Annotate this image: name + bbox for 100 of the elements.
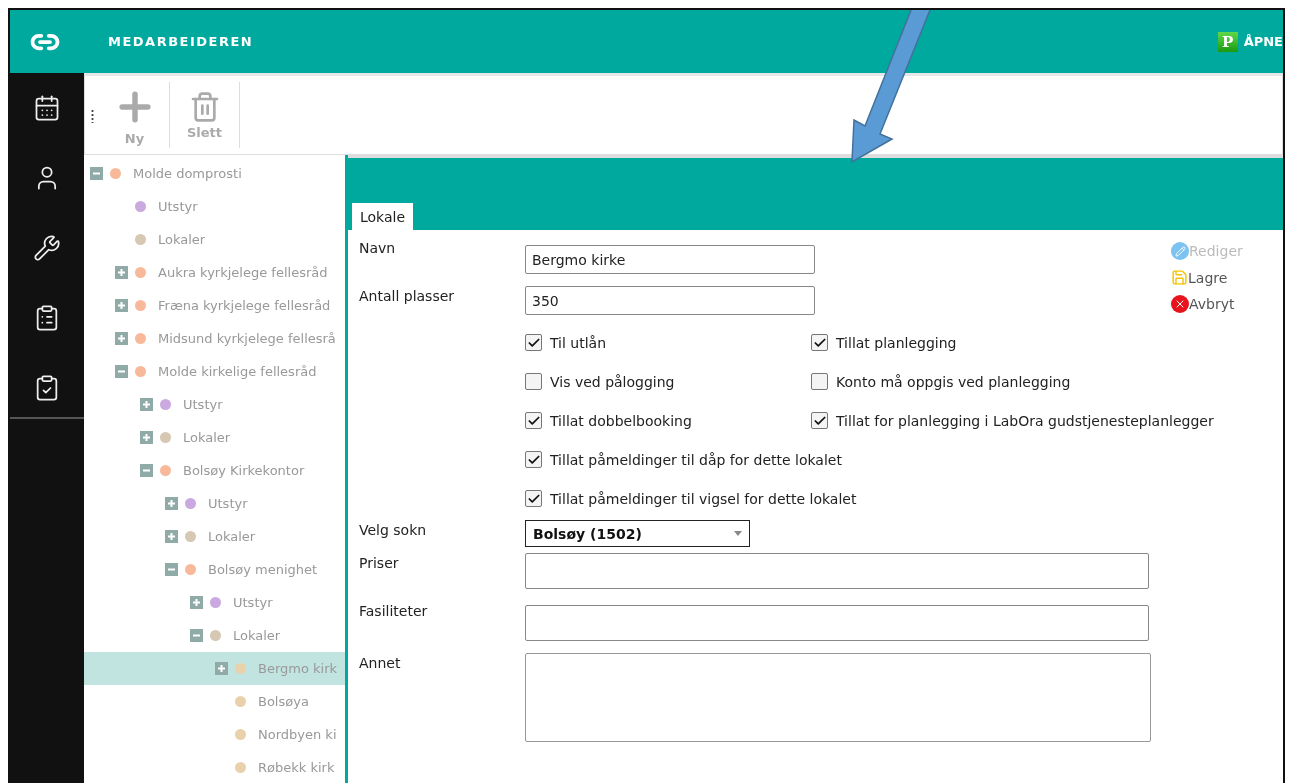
checkbox[interactable]: [525, 334, 542, 351]
tree-item[interactable]: Bolsøya: [84, 685, 345, 718]
tree-item[interactable]: Lokaler: [84, 619, 345, 652]
pencil-icon: [1171, 242, 1189, 260]
tree-label: Bolsøy Kirkekontor: [183, 463, 305, 478]
field-label: Antall plasser: [359, 288, 455, 304]
field-label: Annet: [359, 655, 401, 671]
expand-icon[interactable]: [115, 266, 128, 279]
collapse-icon[interactable]: [190, 629, 203, 642]
tree-item[interactable]: Røbekk kirk: [84, 751, 345, 783]
app-title: MEDARBEIDEREN: [108, 34, 254, 49]
checkbox-label: Til utlån: [550, 334, 607, 351]
tree-item[interactable]: Bolsøy menighet: [84, 553, 345, 586]
tree-label: Lokaler: [233, 628, 281, 643]
tree-label: Aukra kyrkjelege fellesråd: [158, 265, 328, 280]
checkbox-option[interactable]: Tillat påmeldinger til dåp for dette lokalet: [525, 448, 1283, 471]
tree-label: Bolsøy menighet: [208, 562, 318, 577]
tree-item[interactable]: Lokaler: [84, 223, 345, 256]
checkbox-option[interactable]: Konto må oppgis ved planlegging: [811, 370, 1283, 393]
tree-item[interactable]: Molde domprosti: [84, 157, 345, 190]
tree-label: Utstyr: [208, 496, 248, 511]
collapse-icon[interactable]: [115, 365, 128, 378]
checkbox-label: Tillat påmeldinger til vigsel for dette lokalet: [550, 490, 857, 507]
expand-icon[interactable]: [140, 398, 153, 411]
calendar-icon[interactable]: [33, 94, 61, 122]
text-field[interactable]: 350: [525, 286, 815, 315]
tree-item[interactable]: Bergmo kirk: [84, 652, 345, 685]
tree-item[interactable]: Utstyr: [84, 586, 345, 619]
field-label: Navn: [359, 240, 396, 256]
text-field[interactable]: [525, 553, 1149, 589]
tree-item[interactable]: Midsund kyrkjelege fellesrå: [84, 322, 345, 355]
tree-item[interactable]: Molde kirkelige fellesråd: [84, 355, 345, 388]
tree-label: Utstyr: [183, 397, 223, 412]
text-field[interactable]: Bergmo kirke: [525, 245, 815, 274]
tree-item[interactable]: Lokaler: [84, 520, 345, 553]
expand-icon[interactable]: [190, 596, 203, 609]
collapse-icon[interactable]: [140, 464, 153, 477]
save-icon: [1171, 269, 1188, 286]
tree-label: Nordbyen ki: [258, 727, 337, 742]
tree-item[interactable]: Utstyr: [84, 487, 345, 520]
close-icon: [1171, 295, 1189, 313]
expand-icon[interactable]: [115, 332, 128, 345]
open-link[interactable]: ÅPNE: [1243, 34, 1283, 49]
collapse-icon[interactable]: [165, 563, 178, 576]
tree-label: Røbekk kirk: [258, 760, 335, 775]
checkbox-label: Tillat dobbelbooking: [550, 412, 692, 429]
tree-label: Midsund kyrkjelege fellesrå: [158, 331, 336, 346]
tree-item[interactable]: Nordbyen ki: [84, 718, 345, 751]
text-field[interactable]: [525, 605, 1149, 641]
tree-item[interactable]: Utstyr: [84, 388, 345, 421]
tree-label: Molde kirkelige fellesråd: [158, 364, 317, 379]
tree-label: Molde domprosti: [133, 166, 242, 181]
tree-label: Bergmo kirk: [258, 661, 338, 676]
checkbox-option[interactable]: Tillat dobbelbooking: [525, 409, 811, 432]
checkbox-option[interactable]: Tillat for planlegging i LabOra gudstjenesteplanlegger: [811, 409, 1283, 432]
tree-label: Utstyr: [158, 199, 198, 214]
grip-icon[interactable]: [91, 109, 94, 123]
tree-label: Lokaler: [183, 430, 231, 445]
text-area[interactable]: [525, 653, 1151, 742]
checkbox-option[interactable]: Vis ved pålogging: [525, 370, 811, 393]
field-label: Fasiliteter: [359, 603, 428, 619]
checkbox-label: Tillat påmeldinger til dåp for dette lokalet: [550, 451, 842, 468]
checkbox[interactable]: [525, 412, 542, 429]
expand-icon[interactable]: [215, 662, 228, 675]
checkbox[interactable]: [811, 334, 828, 351]
tree-label: Fræna kyrkjelege fellesråd: [158, 298, 331, 313]
collapse-icon[interactable]: [90, 167, 103, 180]
cancel-button[interactable]: Avbryt: [1171, 295, 1283, 313]
field-label: Priser: [359, 555, 399, 571]
save-button[interactable]: Lagre: [1171, 269, 1283, 286]
expand-icon[interactable]: [115, 299, 128, 312]
expand-icon[interactable]: [140, 431, 153, 444]
tree-item[interactable]: Bolsøy Kirkekontor: [84, 454, 345, 487]
tree-label: Bolsøya: [258, 694, 309, 709]
checkbox-label: Tillat for planlegging i LabOra gudstjenesteplanlegger: [836, 412, 1214, 429]
tree-item[interactable]: Aukra kyrkjelege fellesråd: [84, 256, 345, 289]
p-logo-icon: P: [1217, 31, 1238, 52]
checkbox[interactable]: [811, 373, 828, 390]
checkbox-label: Tillat planlegging: [836, 334, 957, 351]
tree-label: Utstyr: [233, 595, 273, 610]
tree-item[interactable]: Lokaler: [84, 421, 345, 454]
expand-icon[interactable]: [165, 497, 178, 510]
checkbox-label: Vis ved pålogging: [550, 373, 675, 390]
checkbox[interactable]: [525, 490, 542, 507]
select-field[interactable]: Bolsøy (1502): [525, 520, 750, 547]
wrench-icon[interactable]: [33, 234, 61, 262]
field-label: Velg sokn: [359, 522, 427, 538]
tree-label: Lokaler: [208, 529, 256, 544]
tab[interactable]: Lokale: [352, 203, 414, 231]
checkbox-option[interactable]: Tillat planlegging: [811, 331, 1283, 354]
expand-icon[interactable]: [165, 530, 178, 543]
checkbox-option[interactable]: Tillat påmeldinger til vigsel for dette lokalet: [525, 487, 1283, 510]
tree-item[interactable]: Fræna kyrkjelege fellesråd: [84, 289, 345, 322]
checkbox-label: Konto må oppgis ved planlegging: [836, 373, 1071, 390]
checkbox[interactable]: [811, 412, 828, 429]
checkbox[interactable]: [525, 373, 542, 390]
tree-item[interactable]: Utstyr: [84, 190, 345, 223]
checkbox-option[interactable]: Til utlån: [525, 331, 811, 354]
tree-label: Lokaler: [158, 232, 206, 247]
checkbox[interactable]: [525, 451, 542, 468]
